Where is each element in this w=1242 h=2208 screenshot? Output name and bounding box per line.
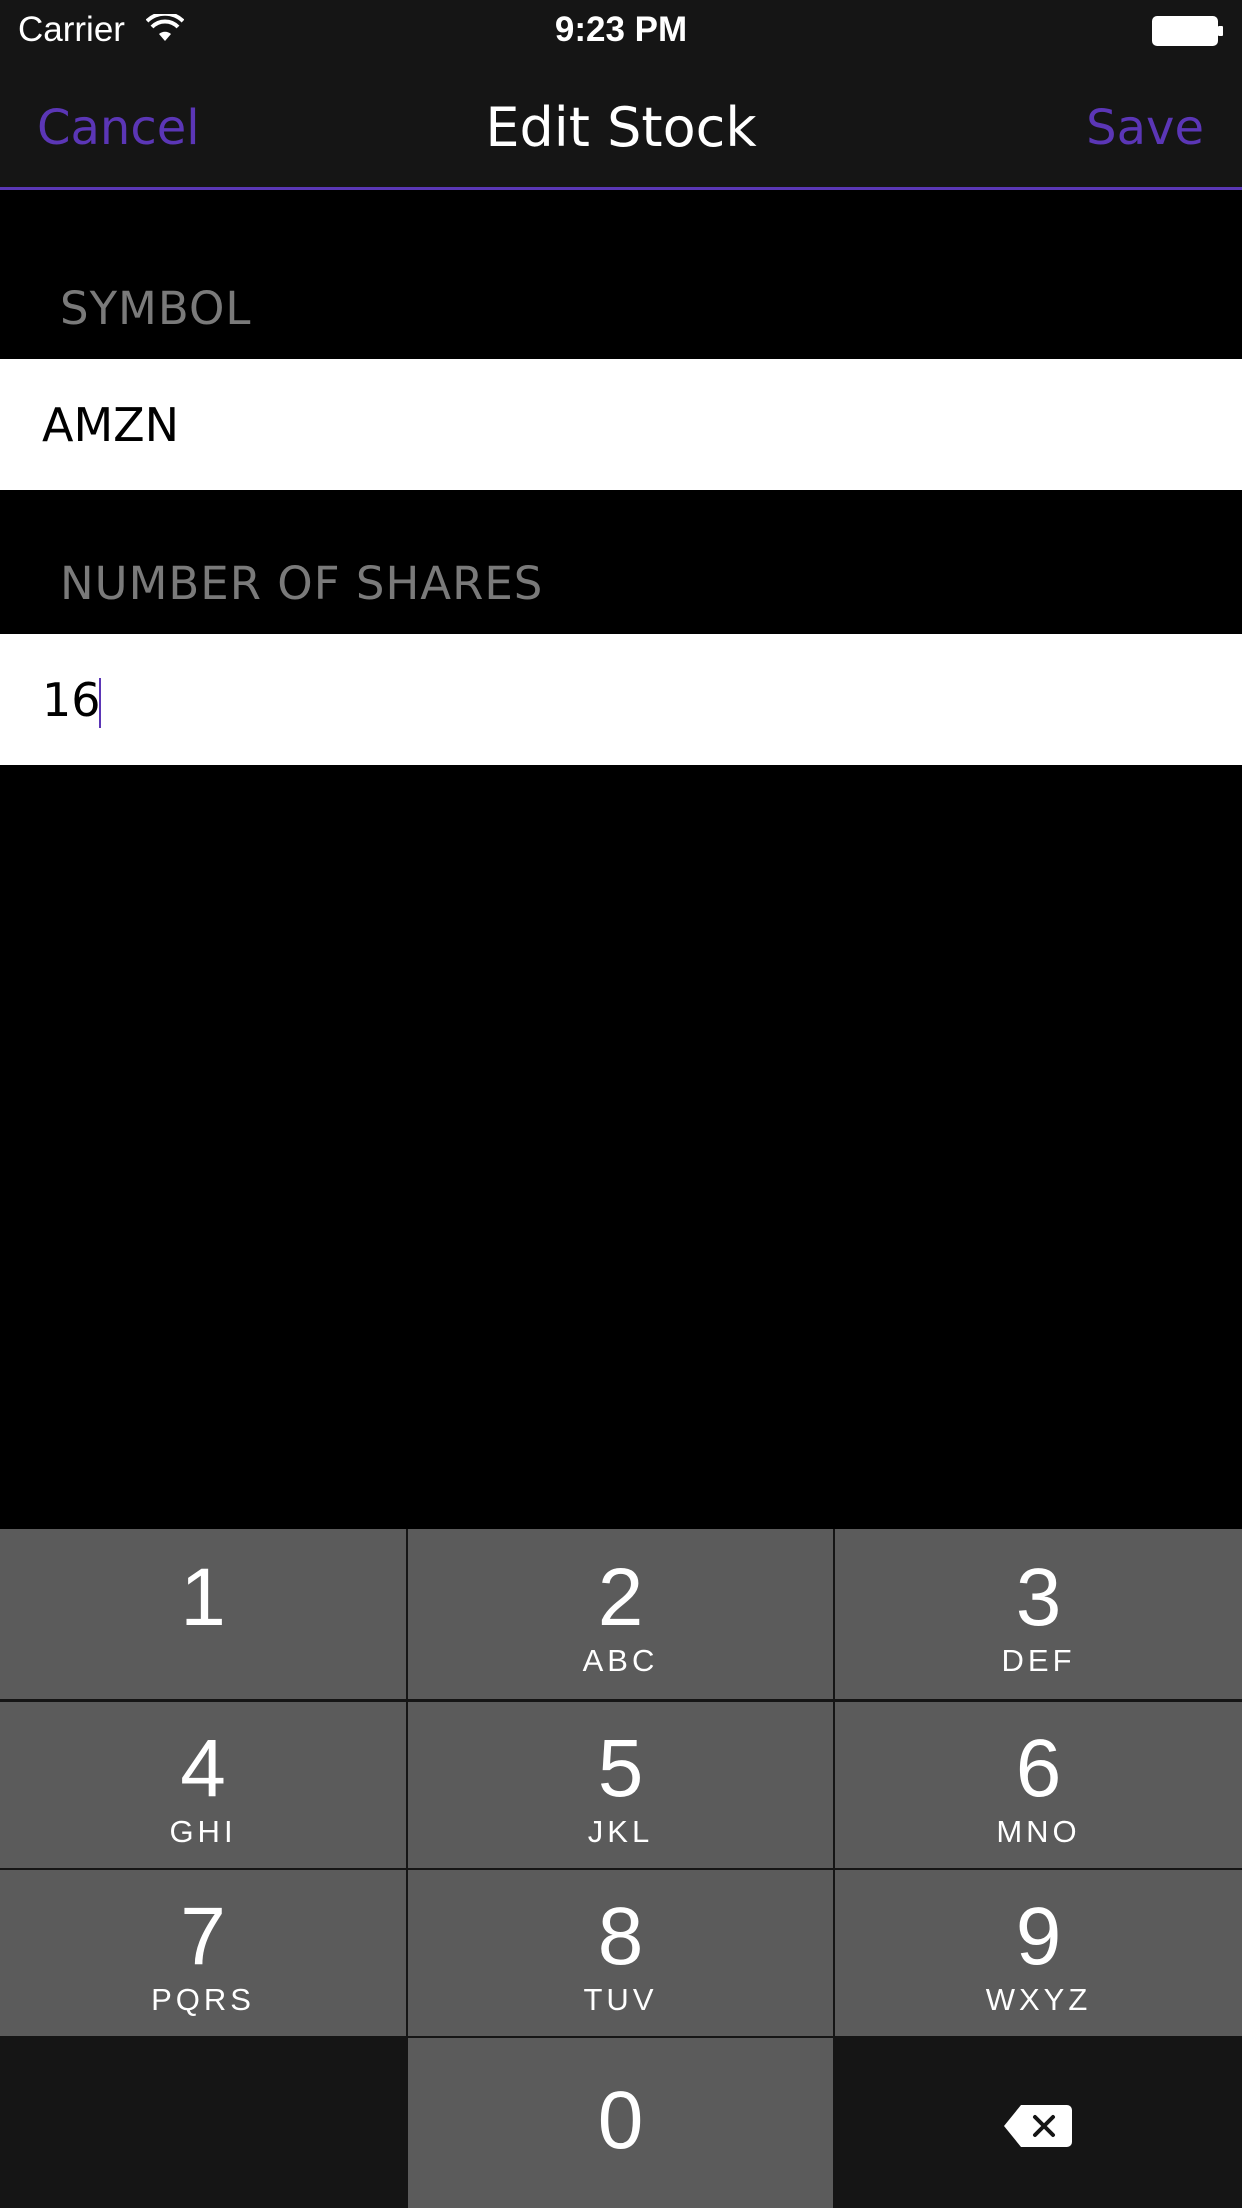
key-digit: 4 xyxy=(180,1723,226,1814)
shares-input[interactable] xyxy=(42,634,1202,765)
text-cursor xyxy=(99,678,101,728)
key-letters: WXYZ xyxy=(985,1982,1092,2017)
key-letters: GHI xyxy=(169,1814,237,1849)
key-5[interactable]: 5 JKL xyxy=(408,1702,833,1868)
status-time: 9:23 PM xyxy=(554,10,688,49)
key-6[interactable]: 6 MNO xyxy=(835,1702,1242,1868)
key-7[interactable]: 7 PQRS xyxy=(0,1870,406,2036)
key-letters: JKL xyxy=(587,1814,654,1849)
key-9[interactable]: 9 WXYZ xyxy=(835,1870,1242,2036)
key-letters: DEF xyxy=(1001,1643,1076,1678)
status-bar: Carrier 9:23 PM xyxy=(0,0,1242,60)
key-digit: 0 xyxy=(597,2075,644,2166)
key-8[interactable]: 8 TUV xyxy=(408,1870,833,2036)
key-empty xyxy=(0,2038,406,2208)
delete-backspace-icon[interactable] xyxy=(1003,2103,1073,2149)
key-letters: MNO xyxy=(996,1814,1081,1849)
key-digit: 5 xyxy=(597,1723,644,1814)
navigation-bar: Cancel Edit Stock Save xyxy=(0,60,1242,190)
key-digit: 6 xyxy=(1015,1723,1062,1814)
key-3[interactable]: 3 DEF xyxy=(835,1529,1242,1699)
shares-section-header: NUMBER OF SHARES xyxy=(60,557,544,610)
page-title: Edit Stock xyxy=(485,96,757,159)
symbol-field-row[interactable] xyxy=(0,359,1242,490)
key-4[interactable]: 4 GHI xyxy=(0,1702,406,1868)
key-2[interactable]: 2 ABC xyxy=(408,1529,833,1699)
key-digit: 2 xyxy=(597,1552,644,1643)
battery-icon xyxy=(1152,16,1223,46)
key-letters: PQRS xyxy=(151,1982,255,2017)
key-digit: 8 xyxy=(597,1891,644,1982)
shares-field-row[interactable] xyxy=(0,634,1242,765)
key-digit: 7 xyxy=(180,1891,226,1982)
symbol-input[interactable] xyxy=(42,359,1202,490)
key-letters: ABC xyxy=(582,1643,659,1678)
key-digit: 9 xyxy=(1015,1891,1062,1982)
key-0[interactable]: 0 xyxy=(408,2038,833,2208)
key-digit: 3 xyxy=(1015,1552,1062,1643)
save-button[interactable]: Save xyxy=(1086,100,1204,156)
key-digit: 1 xyxy=(180,1552,226,1643)
key-letters: TUV xyxy=(583,1982,658,2017)
symbol-section-header: SYMBOL xyxy=(60,282,252,335)
key-1[interactable]: 1 xyxy=(0,1529,406,1699)
